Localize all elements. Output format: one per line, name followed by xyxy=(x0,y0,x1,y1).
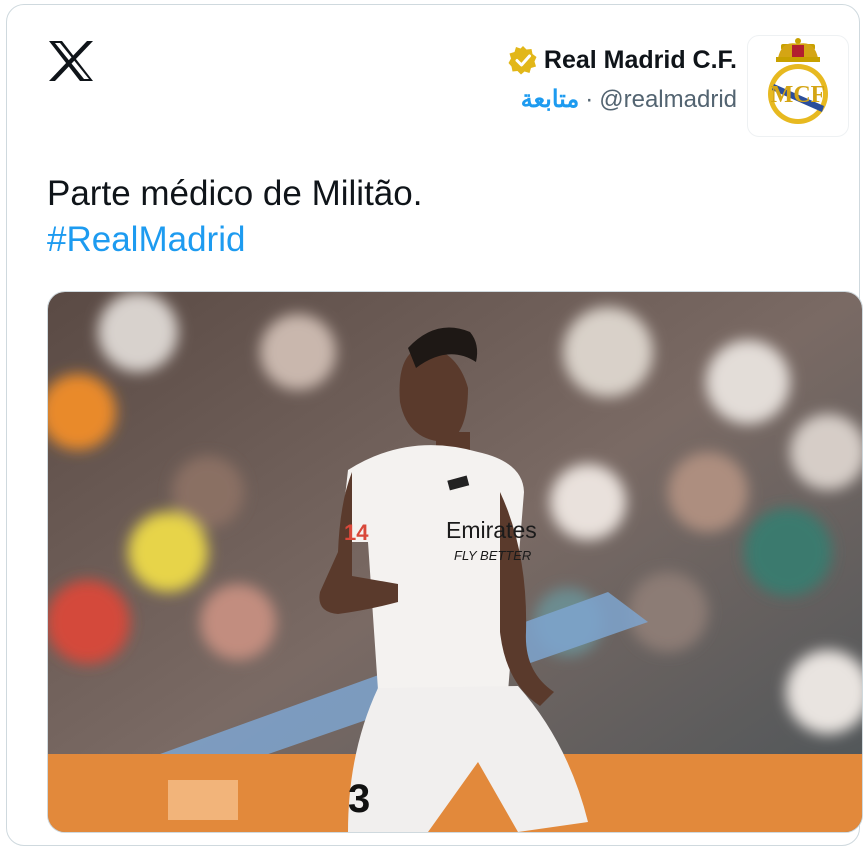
verified-badge-icon xyxy=(508,46,537,75)
jersey-sponsor-text: Emirates xyxy=(446,517,537,543)
follow-button[interactable]: متابعة xyxy=(521,86,580,113)
tweet-card[interactable]: Real Madrid C.F. متابعة · @realmadrid MCF … xyxy=(6,4,863,846)
author-name-row: Real Madrid C.F. xyxy=(508,45,737,75)
jersey-sponsor-tagline: FLY BETTER xyxy=(454,548,531,563)
svg-text:MCF: MCF xyxy=(771,82,826,108)
author-info: Real Madrid C.F. متابعة · @realmadrid xyxy=(508,45,737,114)
player-photo-illustration: Emirates FLY BETTER 14 3 xyxy=(48,292,862,832)
shorts-number: 3 xyxy=(348,777,370,821)
author-display-name[interactable]: Real Madrid C.F. xyxy=(544,46,737,75)
author-handle[interactable]: @realmadrid xyxy=(599,86,737,113)
separator-dot: · xyxy=(585,86,594,113)
sleeve-number: 14 xyxy=(344,520,369,545)
real-madrid-crest-icon[interactable]: MCF xyxy=(747,35,849,137)
author-handle-row: متابعة · @realmadrid xyxy=(508,85,737,114)
tweet-photo[interactable]: Emirates FLY BETTER 14 3 xyxy=(47,291,863,833)
tweet-text: Parte médico de Militão. #RealMadrid xyxy=(47,171,422,263)
tweet-body: Parte médico de Militão. xyxy=(47,174,423,213)
x-logo-icon[interactable] xyxy=(47,39,95,83)
hashtag-link[interactable]: #RealMadrid xyxy=(47,217,422,263)
